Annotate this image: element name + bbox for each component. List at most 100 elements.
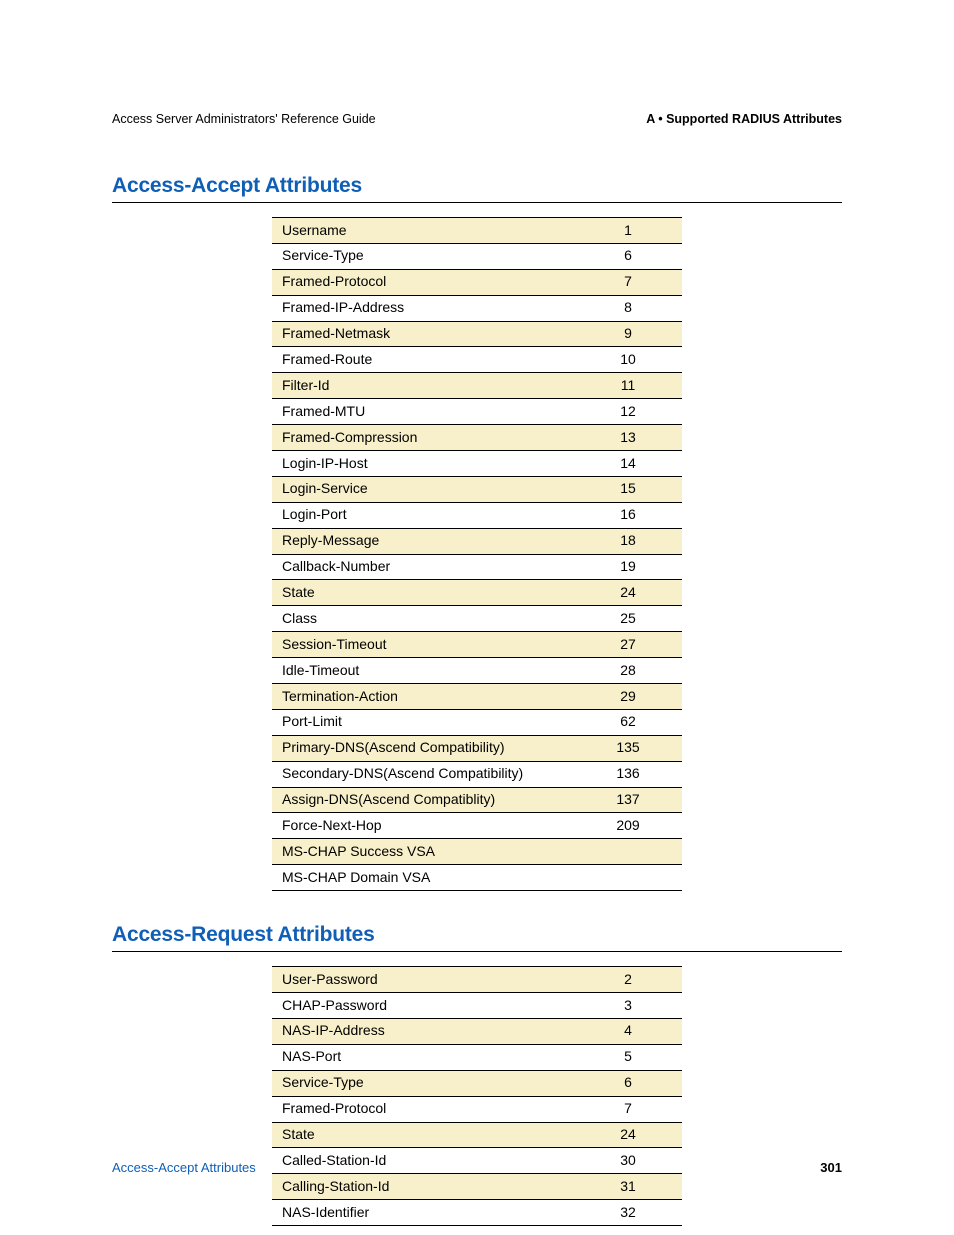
attribute-name: State [272, 580, 574, 606]
table-row: MS-CHAP Success VSA [272, 839, 682, 865]
attribute-number: 135 [574, 735, 682, 761]
table-row: User-Password2 [272, 967, 682, 993]
table-row: NAS-IP-Address4 [272, 1018, 682, 1044]
table-row: Framed-Route10 [272, 347, 682, 373]
attribute-name: Reply-Message [272, 528, 574, 554]
table-row: CHAP-Password3 [272, 993, 682, 1019]
table-row: Service-Type6 [272, 243, 682, 269]
attribute-name: Service-Type [272, 243, 574, 269]
attribute-number: 8 [574, 295, 682, 321]
table-row: MS-CHAP Domain VSA [272, 865, 682, 891]
attribute-name: CHAP-Password [272, 993, 574, 1019]
attribute-name: Session-Timeout [272, 632, 574, 658]
attribute-name: Filter-Id [272, 373, 574, 399]
attribute-number: 27 [574, 632, 682, 658]
attribute-number: 6 [574, 1070, 682, 1096]
attribute-number: 3 [574, 993, 682, 1019]
page-number: 301 [820, 1160, 842, 1175]
table-row: Secondary-DNS(Ascend Compatibility)136 [272, 761, 682, 787]
attribute-number: 24 [574, 580, 682, 606]
attribute-number: 5 [574, 1044, 682, 1070]
divider [112, 202, 842, 203]
attribute-name: State [272, 1122, 574, 1148]
table-row: Force-Next-Hop209 [272, 813, 682, 839]
attribute-name: Class [272, 606, 574, 632]
attribute-number: 9 [574, 321, 682, 347]
table-row: Framed-Compression13 [272, 425, 682, 451]
attribute-number: 19 [574, 554, 682, 580]
footer-left: Access-Accept Attributes [112, 1160, 256, 1175]
attribute-number [574, 865, 682, 891]
attribute-number: 14 [574, 451, 682, 477]
attribute-name: Login-Port [272, 502, 574, 528]
attribute-number: 6 [574, 243, 682, 269]
attribute-name: Calling-Station-Id [272, 1174, 574, 1200]
header-right: A • Supported RADIUS Attributes [646, 112, 842, 126]
table-row: Framed-Protocol7 [272, 269, 682, 295]
table-row: Username1 [272, 218, 682, 244]
attribute-name: Idle-Timeout [272, 658, 574, 684]
attribute-number: 136 [574, 761, 682, 787]
attribute-number: 16 [574, 502, 682, 528]
attribute-number: 11 [574, 373, 682, 399]
attribute-number: 32 [574, 1200, 682, 1226]
table-row: Class25 [272, 606, 682, 632]
table-row: State24 [272, 1122, 682, 1148]
table-row: Login-Port16 [272, 502, 682, 528]
table-row: Framed-Netmask9 [272, 321, 682, 347]
attribute-number: 15 [574, 476, 682, 502]
table-row: NAS-Identifier32 [272, 1200, 682, 1226]
section-title-request: Access-Request Attributes [112, 923, 842, 947]
attribute-name: NAS-IP-Address [272, 1018, 574, 1044]
attribute-name: Force-Next-Hop [272, 813, 574, 839]
attribute-number: 31 [574, 1174, 682, 1200]
attribute-name: Primary-DNS(Ascend Compatibility) [272, 735, 574, 761]
attribute-name: Port-Limit [272, 709, 574, 735]
attribute-name: Login-IP-Host [272, 451, 574, 477]
attribute-number: 209 [574, 813, 682, 839]
attribute-name: Username [272, 218, 574, 244]
attribute-number: 4 [574, 1018, 682, 1044]
table-row: Session-Timeout27 [272, 632, 682, 658]
attribute-number: 28 [574, 658, 682, 684]
table-row: Primary-DNS(Ascend Compatibility)135 [272, 735, 682, 761]
section-title-accept: Access-Accept Attributes [112, 174, 842, 198]
attribute-number: 13 [574, 425, 682, 451]
attribute-name: Framed-Netmask [272, 321, 574, 347]
attribute-number: 137 [574, 787, 682, 813]
attribute-number: 12 [574, 399, 682, 425]
attribute-number: 1 [574, 218, 682, 244]
section-access-request: Access-Request Attributes User-Password2… [112, 923, 842, 1226]
attribute-name: NAS-Port [272, 1044, 574, 1070]
attribute-name: Framed-Route [272, 347, 574, 373]
attribute-name: Termination-Action [272, 684, 574, 710]
table-access-request: User-Password2CHAP-Password3NAS-IP-Addre… [272, 966, 682, 1226]
divider [112, 951, 842, 952]
attribute-number: 7 [574, 1096, 682, 1122]
attribute-name: NAS-Identifier [272, 1200, 574, 1226]
page: Access Server Administrators' Reference … [0, 0, 954, 1235]
attribute-name: Framed-Compression [272, 425, 574, 451]
section-access-accept: Access-Accept Attributes Username1Servic… [112, 174, 842, 891]
attribute-number: 62 [574, 709, 682, 735]
table-row: Callback-Number19 [272, 554, 682, 580]
attribute-name: Framed-Protocol [272, 269, 574, 295]
table-row: Framed-IP-Address8 [272, 295, 682, 321]
attribute-number [574, 839, 682, 865]
table-row: Calling-Station-Id31 [272, 1174, 682, 1200]
table-row: NAS-Port5 [272, 1044, 682, 1070]
table-access-accept: Username1Service-Type6Framed-Protocol7Fr… [272, 217, 682, 891]
attribute-number: 24 [574, 1122, 682, 1148]
page-footer: Access-Accept Attributes 301 [112, 1160, 842, 1175]
attribute-number: 29 [574, 684, 682, 710]
attribute-name: Assign-DNS(Ascend Compatiblity) [272, 787, 574, 813]
header-left: Access Server Administrators' Reference … [112, 112, 376, 126]
table-row: Reply-Message18 [272, 528, 682, 554]
attribute-number: 2 [574, 967, 682, 993]
attribute-number: 7 [574, 269, 682, 295]
attribute-number: 18 [574, 528, 682, 554]
attribute-name: Framed-IP-Address [272, 295, 574, 321]
table-row: Framed-Protocol7 [272, 1096, 682, 1122]
attribute-name: Service-Type [272, 1070, 574, 1096]
table-row: Framed-MTU12 [272, 399, 682, 425]
